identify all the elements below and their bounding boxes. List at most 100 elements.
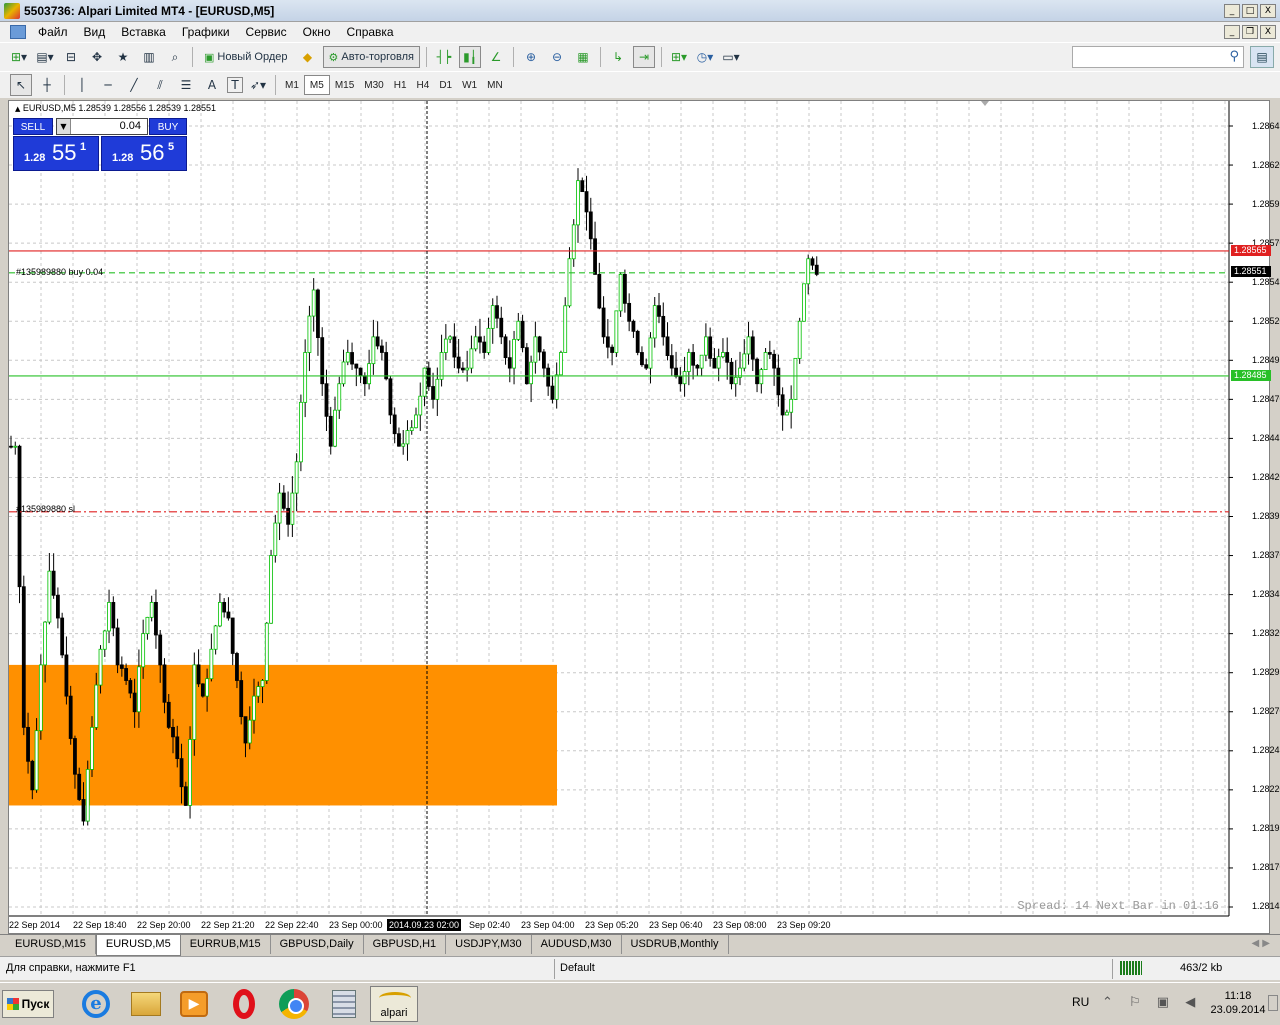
connection-status-icon[interactable] [1120, 961, 1142, 975]
fibonacci-icon[interactable]: ☰ [175, 74, 197, 96]
market-watch-icon[interactable]: ⊟ [60, 46, 82, 68]
tray-icons[interactable]: ⌃ ⚐ ▣ ◀ [1102, 995, 1201, 1010]
new-order-button[interactable]: ▣ Новый Ордер [199, 46, 293, 68]
line-chart-icon[interactable]: ∠ [485, 46, 507, 68]
new-chart-icon[interactable]: ⊞ ▾ [8, 46, 30, 68]
tab-usdjpy-m30[interactable]: USDJPY,M30 [446, 935, 532, 954]
buy-button[interactable]: BUY [149, 118, 187, 135]
tab-eurusd-m15[interactable]: EURUSD,M15 [6, 935, 96, 954]
crosshair-icon[interactable]: ┼ [36, 74, 58, 96]
timeframe-m30[interactable]: M30 [359, 75, 388, 95]
timeframe-m1[interactable]: M1 [280, 75, 304, 95]
text-label-icon[interactable]: T [227, 77, 243, 93]
close-button[interactable]: X [1260, 4, 1276, 18]
bid-price-display[interactable]: 1.28 55 1 [13, 136, 99, 171]
equidistant-channel-icon[interactable]: ⫽ [149, 74, 171, 96]
alpari-terminal-taskbar-button[interactable]: alpari [370, 986, 418, 1022]
mdi-close-button[interactable]: X [1260, 25, 1276, 39]
price-axis-label: 1.28620 [1252, 160, 1280, 170]
zoom-out-icon[interactable]: ⊖ [546, 46, 568, 68]
arrows-icon[interactable]: ➶▾ [247, 74, 269, 96]
tab-gbpusd-h1[interactable]: GBPUSD,H1 [364, 935, 447, 954]
profiles-icon[interactable]: ▤▾ [34, 46, 56, 68]
cursor-icon[interactable]: ↖ [10, 74, 32, 96]
ask-price-display[interactable]: 1.28 56 5 [101, 136, 187, 171]
menu-view[interactable]: Вид [76, 25, 114, 39]
tab-eurrub-m15[interactable]: EURRUB,M15 [181, 935, 271, 954]
timeframe-d1[interactable]: D1 [434, 75, 457, 95]
trendline-icon[interactable]: ╱ [123, 74, 145, 96]
tab-usdrub-monthly[interactable]: USDRUB,Monthly [622, 935, 729, 954]
timeframe-h4[interactable]: H4 [412, 75, 435, 95]
periods-icon[interactable]: ◷▾ [694, 46, 716, 68]
chart-window-icon[interactable] [10, 25, 26, 39]
calculator-icon[interactable] [322, 988, 366, 1020]
indicators-icon[interactable]: ⊞▾ [668, 46, 690, 68]
bear-candle [597, 273, 602, 309]
community-button[interactable]: ▤ [1250, 46, 1274, 68]
menu-charts[interactable]: Графики [174, 25, 238, 39]
language-indicator[interactable]: RU [1072, 995, 1089, 1009]
opera-browser-icon[interactable] [222, 988, 266, 1020]
mdi-minimize-button[interactable]: _ [1224, 25, 1240, 39]
metaeditor-icon[interactable]: ◆ [297, 46, 319, 68]
navigator-icon[interactable]: ✥ [86, 46, 108, 68]
timeframe-h1[interactable]: H1 [389, 75, 412, 95]
chart-window[interactable]: ▲ EURUSD,M5 1.28539 1.28556 1.28539 1.28… [8, 100, 1280, 935]
tab-gbpusd-daily[interactable]: GBPUSD,Daily [271, 935, 364, 954]
timeframe-m5[interactable]: M5 [303, 75, 330, 95]
favorites-icon[interactable]: ★ [112, 46, 134, 68]
tester-icon[interactable]: ⌕ [164, 46, 186, 68]
price-axis-label: 1.28145 [1252, 901, 1280, 911]
candlestick-chart-icon[interactable]: ▮╽ [459, 46, 482, 68]
horizontal-line-icon[interactable]: ─ [97, 74, 119, 96]
bull-candle [311, 289, 316, 317]
autotrading-button[interactable]: ⚙ Авто-торговля [322, 46, 421, 68]
text-icon[interactable]: A [201, 74, 223, 96]
maximize-button[interactable]: □ [1242, 4, 1258, 18]
search-icon: ⚲ [1229, 49, 1239, 64]
templates-icon[interactable]: ▭▾ [720, 46, 742, 68]
bear-candle [397, 433, 401, 447]
profile-name: Default [560, 962, 595, 974]
menu-insert[interactable]: Вставка [113, 25, 174, 39]
internet-explorer-icon[interactable]: e [74, 988, 118, 1020]
time-axis-label: 23 Sep 09:20 [777, 920, 831, 930]
system-clock[interactable]: 11:18 23.09.2014 [1208, 989, 1268, 1017]
menu-tools[interactable]: Сервис [238, 25, 295, 39]
vertical-line-icon[interactable]: │ [71, 74, 93, 96]
timeframe-mn[interactable]: MN [482, 75, 508, 95]
tile-windows-icon[interactable]: ▦ [572, 46, 594, 68]
menu-file[interactable]: Файл [30, 25, 76, 39]
bull-candle [614, 310, 619, 353]
price-chart[interactable] [9, 101, 1271, 935]
bear-candle [580, 180, 585, 193]
tab-audusd-m30[interactable]: AUDUSD,M30 [532, 935, 622, 954]
bear-candle [111, 602, 116, 629]
timeframe-w1[interactable]: W1 [457, 75, 482, 95]
search-input[interactable]: ⚲ [1072, 46, 1244, 68]
media-player-icon[interactable]: ▶ [172, 988, 216, 1020]
tab-eurusd-m5[interactable]: EURUSD,M5 [95, 935, 181, 956]
chrome-browser-icon[interactable] [272, 988, 316, 1020]
tab-scroll-arrows[interactable]: ◀ ▶ [1251, 938, 1270, 949]
bull-candle [789, 398, 794, 413]
autoscroll-icon[interactable]: ↳ [607, 46, 629, 68]
bar-chart-icon[interactable]: ┤┝ [433, 46, 455, 68]
minimize-button[interactable]: _ [1224, 4, 1240, 18]
lot-size-input[interactable]: ▼ 0.04 [56, 118, 148, 135]
sell-button[interactable]: SELL [13, 118, 53, 135]
timeframe-m15[interactable]: M15 [330, 75, 359, 95]
mdi-restore-button[interactable]: ❐ [1242, 25, 1258, 39]
bull-candle [806, 258, 811, 285]
lot-dropdown-icon[interactable]: ▼ [57, 119, 71, 134]
show-desktop-button[interactable] [1268, 995, 1278, 1011]
zoom-in-icon[interactable]: ⊕ [520, 46, 542, 68]
time-axis-label: 23 Sep 05:20 [585, 920, 639, 930]
start-button[interactable]: Пуск [2, 990, 54, 1018]
chart-shift-icon[interactable]: ⇥ [633, 46, 656, 68]
file-explorer-icon[interactable] [124, 988, 168, 1020]
terminal-icon[interactable]: ▥ [138, 46, 160, 68]
menu-help[interactable]: Справка [339, 25, 402, 39]
menu-window[interactable]: Окно [295, 25, 339, 39]
